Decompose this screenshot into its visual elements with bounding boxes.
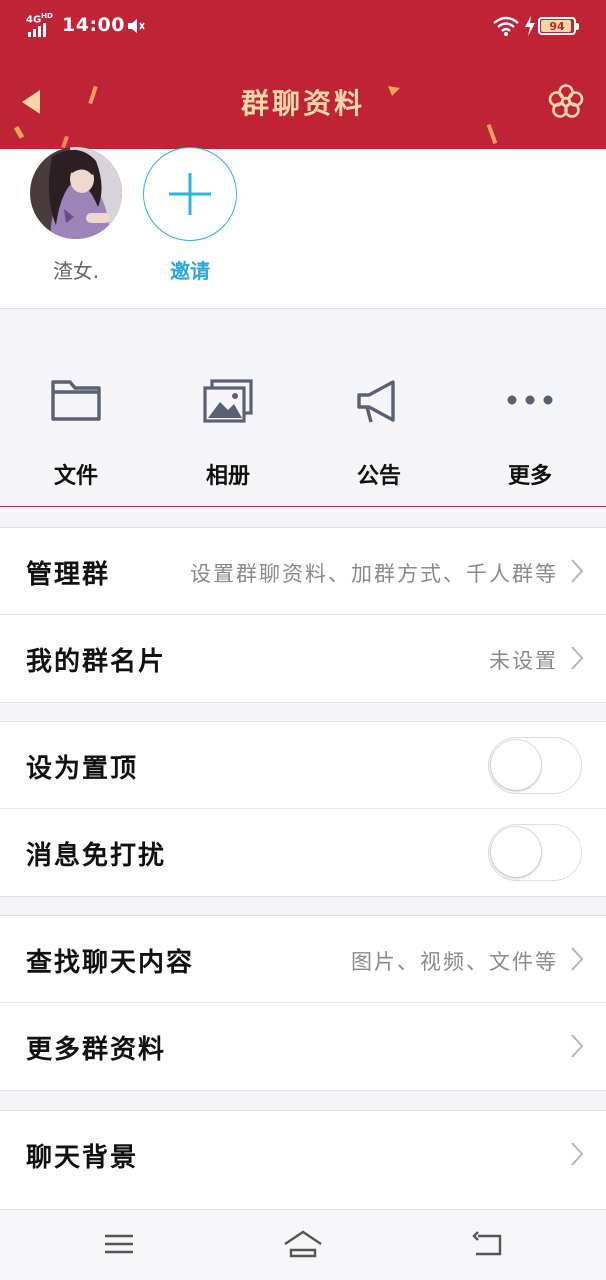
mute-icon — [128, 19, 145, 33]
row-label: 聊天背景 — [26, 1143, 139, 1173]
confetti-decoration — [61, 136, 69, 148]
invite-label: 邀请 — [170, 259, 210, 283]
chevron-right-icon — [571, 1034, 584, 1058]
row-label: 设为置顶 — [26, 754, 139, 784]
row-value: 设置群聊资料、加群方式、千人群等 — [190, 562, 558, 586]
pin-to-top-toggle[interactable] — [488, 737, 582, 794]
menu-icon — [105, 1234, 133, 1254]
row-value: 未设置 — [489, 649, 558, 673]
row-label: 更多群资料 — [26, 1035, 167, 1065]
nav-menu-button[interactable] — [99, 1228, 139, 1260]
system-nav-bar — [0, 1210, 606, 1280]
plus-icon — [169, 173, 211, 215]
feature-files[interactable] — [0, 370, 152, 490]
member-list: 渣女. 邀请 — [0, 147, 606, 309]
do-not-disturb-row: 消息免打扰 — [0, 809, 606, 896]
feature-announcement[interactable] — [303, 370, 455, 490]
more-group-info-row[interactable]: 更多群资料 — [0, 1003, 606, 1090]
page-title: 群聊资料 — [240, 87, 365, 120]
chevron-right-icon — [571, 646, 584, 670]
do-not-disturb-toggle[interactable] — [488, 824, 582, 881]
clock: 14:00 — [62, 14, 125, 36]
confetti-decoration — [14, 126, 25, 139]
row-value: 图片、视频、文件等 — [351, 950, 558, 974]
more-dots-icon — [507, 395, 553, 405]
network-label: 4GHD — [26, 12, 53, 26]
row-label: 管理群 — [26, 560, 111, 590]
row-label: 我的群名片 — [26, 647, 167, 677]
chevron-right-icon — [571, 1142, 584, 1166]
feature-more[interactable] — [454, 370, 606, 490]
photo-album-icon — [203, 379, 253, 423]
status-bar: 4GHD 14:00 94 — [0, 0, 606, 52]
feature-grid: 文件 相册 公告 更多 — [0, 310, 606, 507]
header: 4GHD 14:00 94 群聊资料 — [0, 0, 606, 149]
chat-background-row[interactable]: 聊天背景 — [0, 1111, 606, 1198]
member-name: 渣女. — [52, 259, 100, 283]
toggle-knob — [491, 827, 541, 877]
confetti-decoration — [486, 124, 498, 144]
chevron-right-icon — [571, 559, 584, 583]
nav-home-button[interactable] — [283, 1228, 323, 1260]
settings-group-manage: 管理群 设置群聊资料、加群方式、千人群等 我的群名片 未设置 — [0, 527, 606, 703]
pin-to-top-row: 设为置顶 — [0, 722, 606, 809]
settings-group-background: 聊天背景 — [0, 1110, 606, 1210]
avatar-image — [30, 147, 122, 239]
chevron-right-icon — [571, 947, 584, 971]
flower-icon — [548, 84, 584, 118]
row-label: 查找聊天内容 — [26, 948, 195, 978]
settings-group-toggles: 设为置顶 消息免打扰 — [0, 721, 606, 897]
invite-button[interactable] — [143, 147, 237, 241]
wifi-icon — [493, 16, 519, 36]
toggle-knob — [491, 740, 541, 790]
megaphone-icon — [357, 380, 395, 423]
back-icon — [472, 1231, 502, 1256]
my-group-card-row[interactable]: 我的群名片 未设置 — [0, 615, 606, 702]
folder-icon — [51, 380, 101, 421]
feature-album[interactable] — [152, 370, 304, 490]
search-chat-row[interactable]: 查找聊天内容 图片、视频、文件等 — [0, 916, 606, 1003]
theme-button[interactable] — [546, 82, 586, 122]
settings-group-info: 查找聊天内容 图片、视频、文件等 更多群资料 — [0, 915, 606, 1091]
member-avatar[interactable] — [30, 147, 122, 239]
row-label: 消息免打扰 — [26, 841, 167, 871]
nav-back-button[interactable] — [468, 1228, 508, 1260]
manage-group-row[interactable]: 管理群 设置群聊资料、加群方式、千人群等 — [0, 528, 606, 615]
charging-icon — [525, 16, 535, 36]
battery-indicator: 94 — [538, 17, 579, 35]
home-icon — [284, 1230, 322, 1258]
